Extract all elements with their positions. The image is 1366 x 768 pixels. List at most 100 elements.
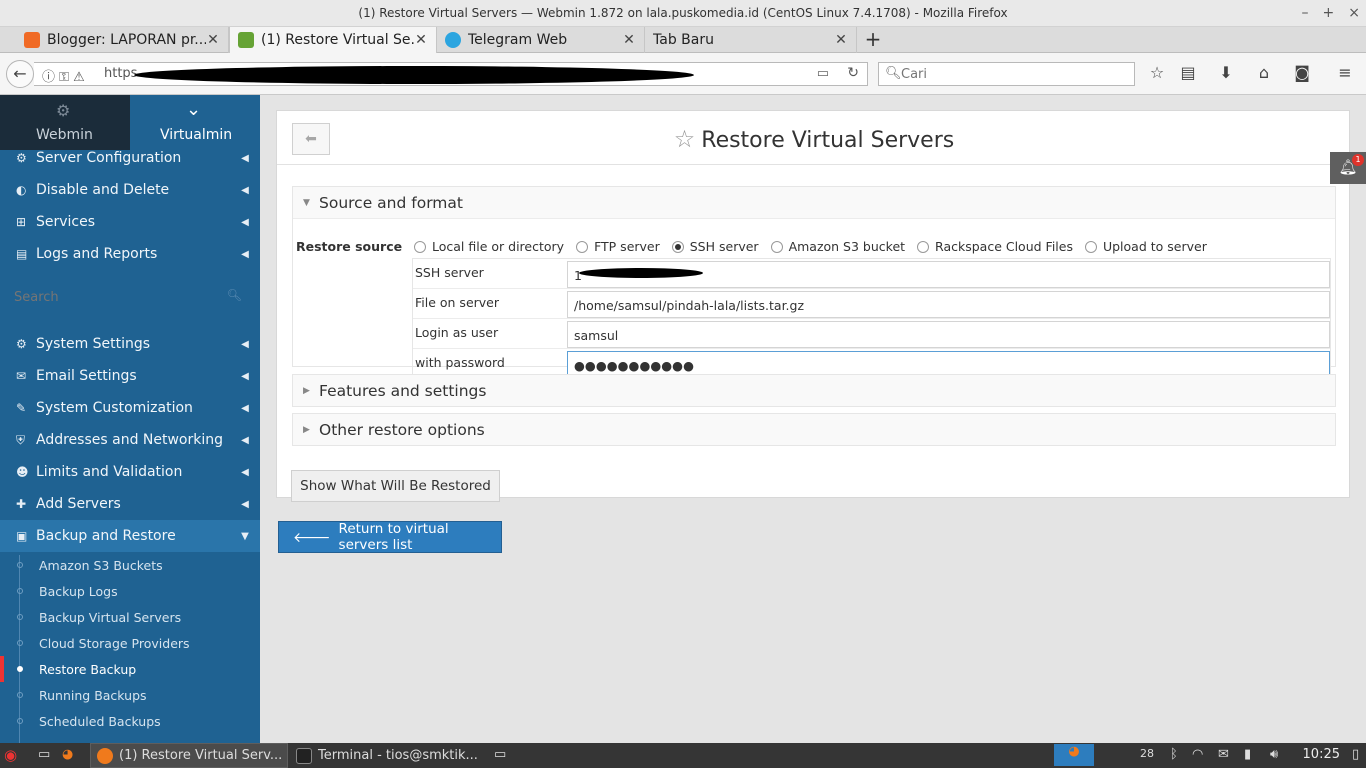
sidebar-item-system-customization[interactable]: ✎ System Customization ◀	[0, 392, 260, 424]
tab-restore-virtual-servers[interactable]: (1) Restore Virtual Se... ✕	[229, 27, 437, 53]
sidebar-subitem-backup-logs[interactable]: Backup Logs	[0, 578, 260, 604]
sidebar-search-input[interactable]	[14, 287, 214, 307]
task-terminal[interactable]: Terminal - tios@smktik...	[290, 743, 486, 768]
pocket-icon[interactable]: ◙	[1291, 63, 1313, 82]
radio-label: FTP server	[594, 239, 660, 254]
caret-down-icon: ▼	[241, 530, 249, 542]
caret-left-icon: ◀	[241, 184, 249, 196]
radio-circle[interactable]	[576, 240, 589, 253]
volume-icon[interactable]: 🔊︎	[1270, 747, 1278, 762]
login-user-label: Login as user	[415, 325, 499, 340]
wifi-icon[interactable]: ◠	[1192, 747, 1203, 762]
sidebar-item-label: System Customization	[36, 400, 193, 416]
firefox-launcher-icon[interactable]: ◕	[62, 747, 73, 762]
tab-new[interactable]: Tab Baru ✕	[645, 27, 857, 53]
sidebar-item-logs-reports[interactable]: ▤ Logs and Reports ◀	[0, 238, 260, 270]
sidebar-item-server-configuration[interactable]: ⚙ Server Configuration ◀	[0, 142, 260, 174]
sidebar-item-add-servers[interactable]: ✚ Add Servers ◀	[0, 488, 260, 520]
bookmarks-library-icon[interactable]: ▤	[1177, 63, 1199, 82]
task-firefox[interactable]: (1) Restore Virtual Serv...	[90, 743, 288, 768]
power-icon[interactable]: ▯	[1352, 747, 1359, 762]
sidebar-search[interactable]: 🔍︎	[14, 287, 242, 307]
home-icon[interactable]: ⌂	[1253, 63, 1275, 82]
favorite-star-icon[interactable]: ☆	[674, 125, 696, 153]
battery-icon[interactable]: ▮	[1244, 747, 1251, 762]
radio-circle-selected[interactable]	[671, 240, 684, 253]
sidebar-subitem-amazon-s3-buckets[interactable]: Amazon S3 Buckets	[0, 552, 260, 578]
login-user-row: Login as user samsul	[413, 319, 1330, 349]
maximize-button[interactable]: +	[1323, 0, 1335, 26]
sidebar-subitem-cloud-storage-providers[interactable]: Cloud Storage Providers	[0, 630, 260, 656]
tab-telegram[interactable]: Telegram Web ✕	[437, 27, 645, 53]
radio-circle[interactable]	[770, 240, 783, 253]
login-user-input[interactable]: samsul	[567, 321, 1330, 348]
ssh-server-row: SSH server 1	[413, 259, 1330, 289]
section-features-settings-header[interactable]: ▶ Features and settings	[293, 375, 1335, 407]
download-icon[interactable]: ⬇	[1215, 63, 1237, 82]
minimize-button[interactable]: –	[1302, 0, 1309, 26]
workspace-indicator-icon[interactable]: ◕	[1054, 744, 1094, 766]
toggle-icon: ◐	[16, 183, 27, 197]
site-info-icon[interactable]: ⓘ ⚿ ⚠	[42, 66, 85, 85]
new-tab-button[interactable]: +	[862, 27, 884, 53]
notifications-button[interactable]: 🔔︎ 1	[1330, 152, 1366, 184]
radio-upload[interactable]: Upload to server	[1084, 239, 1207, 254]
mail-icon[interactable]: ✉	[1218, 747, 1229, 762]
sidebar-item-email-settings[interactable]: ✉ Email Settings ◀	[0, 360, 260, 392]
sitemap-icon: ⊞	[16, 215, 27, 229]
sidebar-item-system-settings[interactable]: ⚙ System Settings ◀	[0, 328, 260, 360]
back-button[interactable]: ←	[6, 60, 34, 88]
radio-amazon-s3[interactable]: Amazon S3 bucket	[770, 239, 905, 254]
section-other-options-header[interactable]: ▶ Other restore options	[293, 414, 1335, 446]
radio-label: SSH server	[689, 239, 759, 254]
radio-rackspace[interactable]: Rackspace Cloud Files	[917, 239, 1073, 254]
show-what-will-be-restored-button[interactable]: Show What Will Be Restored	[291, 470, 500, 502]
menu-icon[interactable]: ≡	[1334, 63, 1356, 82]
radio-circle[interactable]	[917, 240, 930, 253]
sidebar-item-limits-validation[interactable]: ☻ Limits and Validation ◀	[0, 456, 260, 488]
caret-left-icon: ◀	[241, 370, 249, 382]
window-title: (1) Restore Virtual Servers — Webmin 1.8…	[358, 6, 1008, 20]
sidebar-subitem-restore-backup[interactable]: Restore Backup	[0, 656, 260, 682]
radio-ftp-server[interactable]: FTP server	[576, 239, 660, 254]
file-manager-icon[interactable]: ▭	[38, 747, 50, 762]
search-bar[interactable]: 🔍︎	[878, 62, 1135, 86]
start-menu-icon[interactable]: ◉	[4, 746, 17, 764]
sidebar-subitem-backup-virtual-servers[interactable]: Backup Virtual Servers	[0, 604, 260, 630]
section-title: Source and format	[319, 193, 463, 212]
file-on-server-input[interactable]: /home/samsul/pindah-lala/lists.tar.gz	[567, 291, 1330, 318]
sidebar-item-services[interactable]: ⊞ Services ◀	[0, 206, 260, 238]
arrow-left-icon: 🡐	[293, 529, 331, 546]
sidebar-subitem-running-backups[interactable]: Running Backups	[0, 682, 260, 708]
window-icon[interactable]: ▭	[494, 747, 506, 762]
tab-blogger[interactable]: Blogger: LAPORAN pr... ✕	[16, 27, 229, 53]
radio-ssh-server[interactable]: SSH server	[671, 239, 759, 254]
sidebar-item-addresses-networking[interactable]: ⛨ Addresses and Networking ◀	[0, 424, 260, 456]
url-bar[interactable]: ⓘ ⚿ ⚠ https ▭ ↻	[34, 62, 868, 86]
reader-view-icon[interactable]: ▭	[817, 66, 829, 81]
sidebar-subitem-label: Amazon S3 Buckets	[39, 557, 163, 573]
radio-circle[interactable]	[414, 240, 426, 253]
sidebar-subitem-scheduled-backups[interactable]: Scheduled Backups	[0, 708, 260, 734]
sidebar-subitem-label: Backup Virtual Servers	[39, 609, 182, 625]
bookmark-star-icon[interactable]: ☆	[1146, 63, 1168, 82]
return-to-list-button[interactable]: 🡐 Return to virtual servers list	[278, 521, 502, 553]
sidebar-item-backup-restore[interactable]: ▣ Backup and Restore ▼	[0, 520, 260, 552]
bluetooth-icon[interactable]: ᛒ	[1170, 747, 1178, 762]
search-input[interactable]	[901, 65, 1126, 83]
calendar-icon[interactable]: 28	[1140, 747, 1154, 760]
radio-circle[interactable]	[1084, 240, 1097, 253]
close-window-button[interactable]: ×	[1348, 0, 1360, 26]
blogger-icon	[24, 32, 40, 48]
sidebar-item-disable-delete[interactable]: ◐ Disable and Delete ◀	[0, 174, 260, 206]
close-tab-icon[interactable]: ✕	[414, 32, 428, 48]
radio-local-file[interactable]: Local file or directory	[414, 239, 564, 254]
reload-icon[interactable]: ↻	[847, 65, 859, 81]
clock[interactable]: 10:25	[1303, 747, 1340, 762]
close-tab-icon[interactable]: ✕	[622, 32, 636, 48]
url-text: https	[104, 66, 138, 81]
close-tab-icon[interactable]: ✕	[834, 32, 848, 48]
close-tab-icon[interactable]: ✕	[206, 32, 220, 48]
task-label: (1) Restore Virtual Serv...	[119, 748, 283, 763]
section-source-format-header[interactable]: ▼ Source and format	[293, 187, 1335, 219]
